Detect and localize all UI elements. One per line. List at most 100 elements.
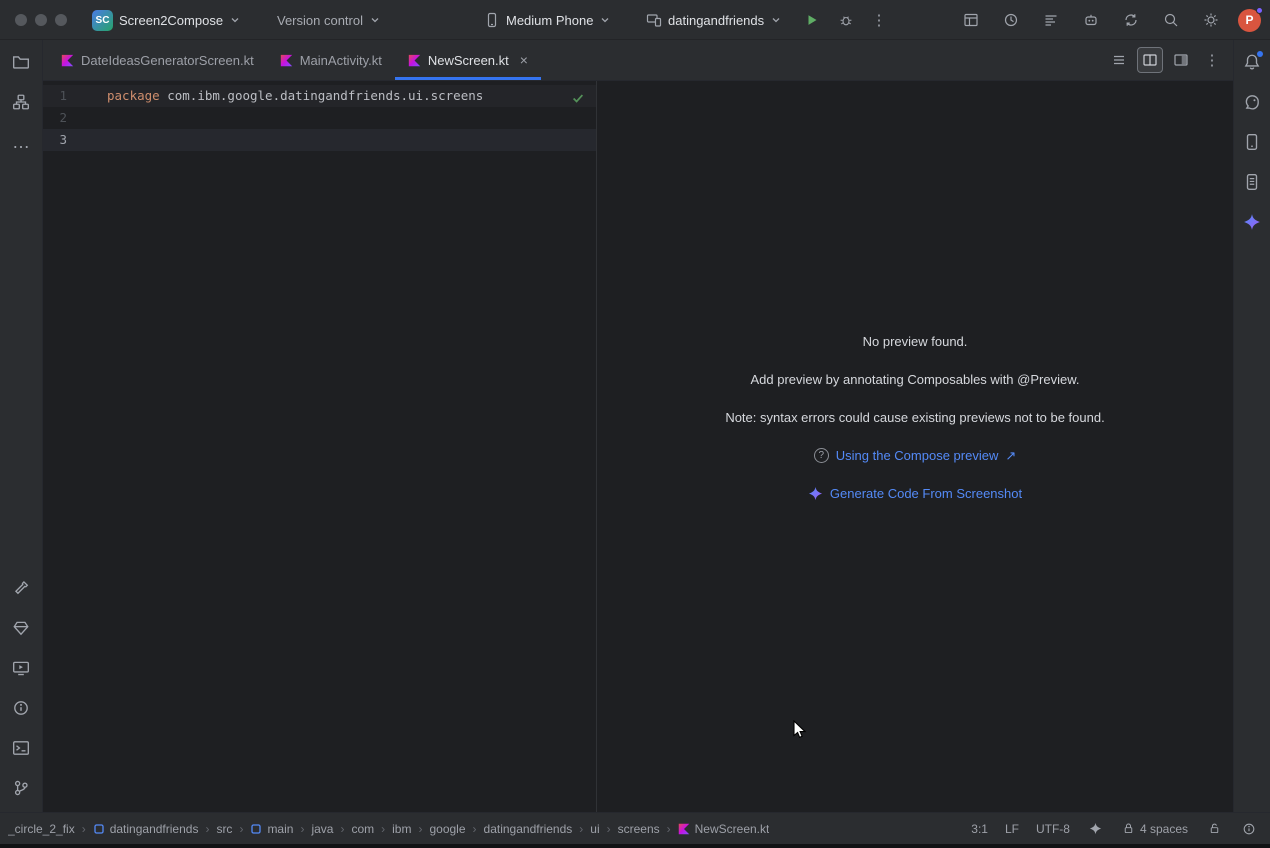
gear-icon <box>1203 12 1219 28</box>
kotlin-file-icon <box>61 54 74 67</box>
chevron-down-icon <box>770 14 782 26</box>
problems-tool-button[interactable] <box>5 692 37 724</box>
device-explorer-button[interactable] <box>1236 126 1268 158</box>
gradle-sync-icon <box>1123 12 1139 28</box>
design-view-button[interactable] <box>1168 47 1194 73</box>
project-widget[interactable]: SC Screen2Compose <box>86 7 247 33</box>
notifications-button[interactable] <box>1236 46 1268 78</box>
phone-icon <box>484 12 500 28</box>
tab-newscreen[interactable]: NewScreen.kt × <box>395 40 541 80</box>
breadcrumb-label: java <box>311 822 333 836</box>
close-tab-icon[interactable]: × <box>520 52 528 68</box>
gemini-tool-button[interactable] <box>1236 206 1268 238</box>
titlebar-right-actions: P <box>958 7 1261 33</box>
tab-mainactivity[interactable]: MainActivity.kt <box>267 40 395 80</box>
device-file-explorer-button[interactable] <box>1236 166 1268 198</box>
running-devices-icon <box>12 659 30 677</box>
sparkle-icon <box>1089 822 1102 835</box>
logcat-icon <box>1043 12 1059 28</box>
running-devices-button[interactable] <box>5 652 37 684</box>
tab-label: MainActivity.kt <box>300 53 382 68</box>
breadcrumb-label: NewScreen.kt <box>695 822 770 836</box>
version-control-widget[interactable]: Version control <box>271 7 387 33</box>
terminal-tool-button[interactable] <box>5 732 37 764</box>
settings-button[interactable] <box>1198 7 1224 33</box>
maximize-window-button[interactable] <box>55 14 67 26</box>
ai-status-button[interactable] <box>1087 820 1105 838</box>
code-view-button[interactable] <box>1106 47 1132 73</box>
compose-preview-docs-link[interactable]: Using the Compose preview <box>836 447 999 464</box>
hammer-icon <box>12 579 30 597</box>
encoding-widget[interactable]: UTF-8 <box>1036 822 1070 836</box>
code-line-2: 2 <box>43 107 596 129</box>
tab-label: NewScreen.kt <box>428 53 509 68</box>
minimize-window-button[interactable] <box>35 14 47 26</box>
editor-options-button[interactable]: ⋮ <box>1199 47 1225 73</box>
layout-inspector-button[interactable] <box>958 7 984 33</box>
line-separator-widget[interactable]: LF <box>1005 822 1019 836</box>
split-view-button[interactable] <box>1137 47 1163 73</box>
breadcrumb-item[interactable]: ui <box>590 822 599 836</box>
breadcrumb-item[interactable]: _circle_2_fix <box>8 822 75 836</box>
breadcrumb-separator: › <box>82 822 86 836</box>
lock-icon <box>1122 822 1135 835</box>
breadcrumb-label: _circle_2_fix <box>8 822 75 836</box>
code-line-1: 1 package com.ibm.google.datingandfriend… <box>43 85 596 107</box>
device-explorer-icon <box>1243 133 1261 151</box>
line-number: 2 <box>43 107 80 129</box>
preview-message-note: Note: syntax errors could cause existing… <box>725 409 1104 426</box>
close-window-button[interactable] <box>15 14 27 26</box>
preview-message-hint: Add preview by annotating Composables wi… <box>751 371 1080 388</box>
logcat-button[interactable] <box>1038 7 1064 33</box>
breadcrumb-item[interactable]: NewScreen.kt <box>678 822 770 836</box>
breadcrumb-item[interactable]: java <box>311 822 333 836</box>
version-control-tool-button[interactable] <box>5 772 37 804</box>
breadcrumb-item[interactable]: src <box>216 822 232 836</box>
structure-tool-button[interactable] <box>5 86 37 118</box>
ai-assistant-button[interactable] <box>1078 7 1104 33</box>
breadcrumb-separator: › <box>340 822 344 836</box>
build-tool-button[interactable] <box>5 572 37 604</box>
breadcrumb-item[interactable]: main <box>250 822 293 836</box>
app-quality-insights-button[interactable] <box>5 612 37 644</box>
indent-widget[interactable]: 4 spaces <box>1122 822 1188 836</box>
tab-dateideasgeneratorscreen[interactable]: DateIdeasGeneratorScreen.kt <box>48 40 267 80</box>
breadcrumb-item[interactable]: screens <box>618 822 660 836</box>
code-body: com.ibm.google.datingandfriends.ui.scree… <box>160 88 484 103</box>
project-tool-button[interactable] <box>5 46 37 78</box>
status-info-button[interactable] <box>1240 820 1258 838</box>
chevron-down-icon <box>229 14 241 26</box>
run-configuration-selector[interactable]: datingandfriends <box>640 7 788 33</box>
breadcrumb-label: datingandfriends <box>484 822 573 836</box>
breadcrumb-item[interactable]: com <box>351 822 374 836</box>
generate-code-link[interactable]: Generate Code From Screenshot <box>830 485 1022 502</box>
more-actions-button[interactable]: ⋮ <box>866 7 892 33</box>
device-selector[interactable]: Medium Phone <box>478 7 617 33</box>
read-only-toggle[interactable] <box>1205 820 1223 838</box>
kotlin-file-icon <box>408 54 421 67</box>
code-editor[interactable]: 1 package com.ibm.google.datingandfriend… <box>43 81 596 812</box>
gradle-sync-button[interactable] <box>1118 7 1144 33</box>
folder-icon <box>12 53 30 71</box>
ai-assistant-icon <box>1083 12 1099 28</box>
inspections-widget[interactable] <box>568 88 588 108</box>
search-everywhere-button[interactable] <box>1158 7 1184 33</box>
breadcrumb-item[interactable]: datingandfriends <box>484 822 573 836</box>
split-view-icon <box>1142 52 1158 68</box>
breadcrumb-item[interactable]: ibm <box>392 822 411 836</box>
user-avatar[interactable]: P <box>1238 9 1261 32</box>
bug-icon <box>839 12 853 28</box>
profiler-button[interactable] <box>998 7 1024 33</box>
gradle-tool-button[interactable] <box>1236 86 1268 118</box>
external-link-icon: ↗ <box>1005 447 1016 464</box>
more-tool-windows-button[interactable]: … <box>5 126 37 158</box>
breadcrumb-item[interactable]: datingandfriends <box>93 822 199 836</box>
debug-button[interactable] <box>833 7 859 33</box>
breadcrumb-item[interactable]: google <box>429 822 465 836</box>
run-button[interactable] <box>799 7 825 33</box>
run-configuration-label: datingandfriends <box>668 13 764 28</box>
code-view-icon <box>1111 52 1127 68</box>
caret-position-widget[interactable]: 3:1 <box>971 822 988 836</box>
right-tool-window-rail <box>1233 40 1270 812</box>
breadcrumb-separator: › <box>418 822 422 836</box>
